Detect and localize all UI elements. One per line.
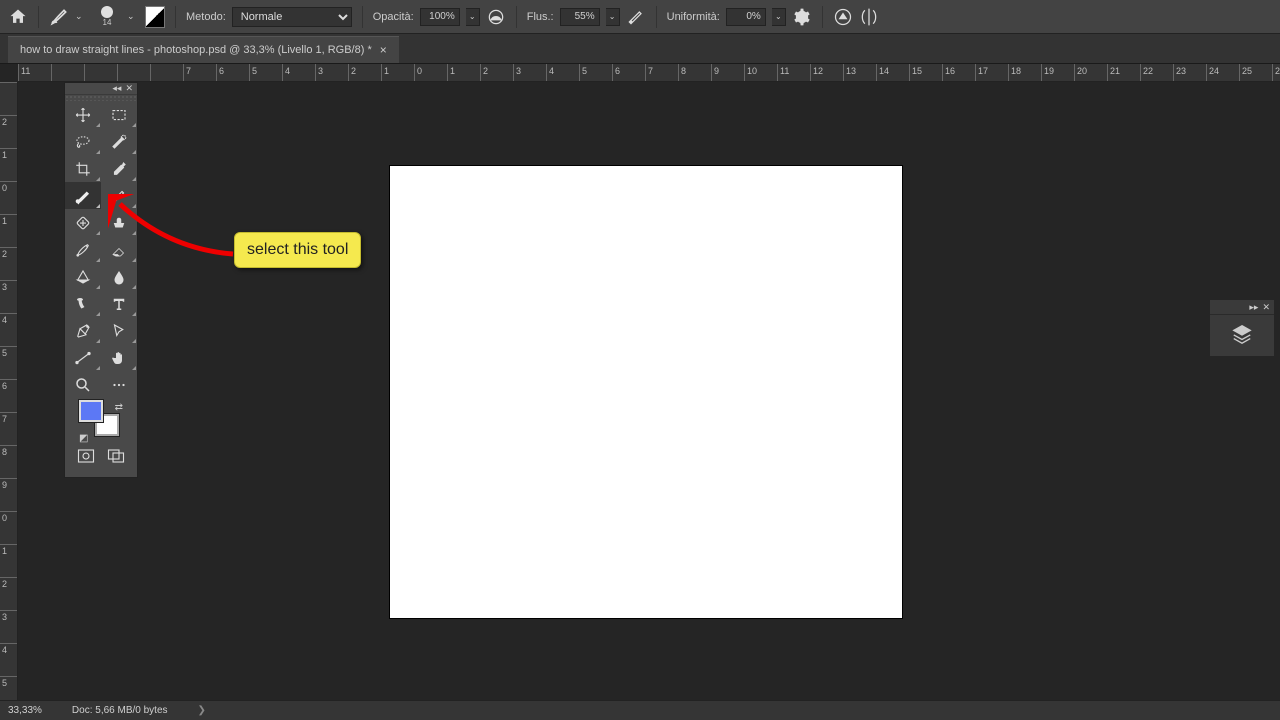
opacity-dropdown-icon[interactable]: ⌄ (466, 8, 480, 26)
brush-preset-dropdown-icon[interactable]: ⌄ (127, 11, 139, 22)
blur-tool[interactable] (101, 263, 137, 290)
smoothing-value[interactable]: 0% (726, 8, 766, 26)
eraser-tool[interactable] (101, 236, 137, 263)
flow-label: Flus.: (527, 11, 554, 23)
opacity-label: Opacità: (373, 11, 414, 23)
flow-value[interactable]: 55% (560, 8, 600, 26)
screen-mode-icon[interactable] (107, 448, 125, 467)
document-tab-bar: how to draw straight lines - photoshop.p… (0, 34, 1280, 64)
close-tab-icon[interactable]: × (380, 43, 387, 57)
mode-label: Metodo: (186, 11, 226, 23)
brush-tool[interactable] (65, 182, 101, 209)
close-icon[interactable]: ✕ (125, 83, 133, 94)
dodge-tool[interactable] (65, 290, 101, 317)
gradient-tool[interactable] (65, 263, 101, 290)
symmetry-icon[interactable] (859, 7, 879, 27)
tools-panel-header[interactable]: ◂◂ ✕ (65, 83, 137, 95)
foreground-color[interactable] (79, 400, 103, 422)
marquee-tool[interactable] (101, 101, 137, 128)
healing-brush-tool[interactable] (65, 209, 101, 236)
zoom-tool[interactable] (65, 371, 101, 398)
pen-tool[interactable] (65, 317, 101, 344)
layers-panel-collapsed: ▸▸ ✕ (1210, 300, 1274, 356)
document-tab[interactable]: how to draw straight lines - photoshop.p… (8, 36, 399, 63)
type-tool[interactable] (101, 290, 137, 317)
pressure-size-icon[interactable] (833, 7, 853, 27)
opacity-value[interactable]: 100% (420, 8, 460, 26)
quick-mask-icon[interactable] (77, 448, 95, 467)
blend-mode-select[interactable]: Normale (232, 7, 352, 27)
document-info[interactable]: Doc: 5,66 MB/0 bytes (72, 705, 168, 716)
brush-dropdown-icon[interactable]: ⌄ (75, 11, 87, 22)
default-colors-icon[interactable]: ◩ (79, 433, 88, 444)
clone-stamp-tool[interactable] (101, 209, 137, 236)
options-bar: ⌄ 14 ⌄ Metodo: Normale Opacità: 100% ⌄ Fl… (0, 0, 1280, 34)
move-tool[interactable] (65, 101, 101, 128)
swap-colors-icon[interactable]: ⇄ (115, 402, 123, 413)
zoom-level[interactable]: 33,33% (8, 705, 42, 716)
smoothing-dropdown-icon[interactable]: ⌄ (772, 8, 786, 26)
vertical-ruler[interactable]: 2101234567890123456789 (0, 82, 18, 700)
airbrush-icon[interactable] (626, 7, 646, 27)
lasso-tool[interactable] (65, 128, 101, 155)
color-swatches: ⇄ ◩ (65, 398, 137, 444)
pencil-tool[interactable] (101, 182, 137, 209)
status-bar: 33,33% Doc: 5,66 MB/0 bytes ❯ (0, 700, 1280, 720)
brush-panel-icon[interactable] (145, 7, 165, 27)
quick-selection-tool[interactable] (101, 128, 137, 155)
edit-toolbar[interactable] (101, 371, 137, 398)
close-dock-icon[interactable]: ✕ (1262, 302, 1270, 313)
eyedropper-tool[interactable] (101, 155, 137, 182)
brush-preset-preview[interactable]: 14 (93, 3, 121, 31)
workspace (18, 82, 1280, 700)
home-icon[interactable] (8, 7, 28, 27)
pressure-opacity-icon[interactable] (486, 7, 506, 27)
shape-tool[interactable] (65, 344, 101, 371)
horizontal-ruler[interactable]: 1176543210123456789101112131415161718192… (18, 64, 1280, 82)
document-tab-title: how to draw straight lines - photoshop.p… (20, 44, 372, 56)
history-brush-tool[interactable] (65, 236, 101, 263)
flow-dropdown-icon[interactable]: ⌄ (606, 8, 620, 26)
layers-icon[interactable] (1231, 323, 1253, 348)
canvas[interactable] (390, 166, 902, 618)
brush-tool-indicator-icon[interactable] (49, 7, 69, 27)
status-menu-icon[interactable]: ❯ (198, 705, 206, 716)
tools-panel: ◂◂ ✕ ⇄ ◩ (64, 82, 138, 478)
hand-tool[interactable] (101, 344, 137, 371)
collapse-icon[interactable]: ◂◂ (112, 83, 121, 94)
path-selection-tool[interactable] (101, 317, 137, 344)
smoothing-label: Uniformità: (667, 11, 720, 23)
smoothing-options-icon[interactable] (792, 7, 812, 27)
crop-tool[interactable] (65, 155, 101, 182)
expand-dock-icon[interactable]: ▸▸ (1249, 302, 1258, 313)
annotation-callout: select this tool (234, 232, 361, 268)
